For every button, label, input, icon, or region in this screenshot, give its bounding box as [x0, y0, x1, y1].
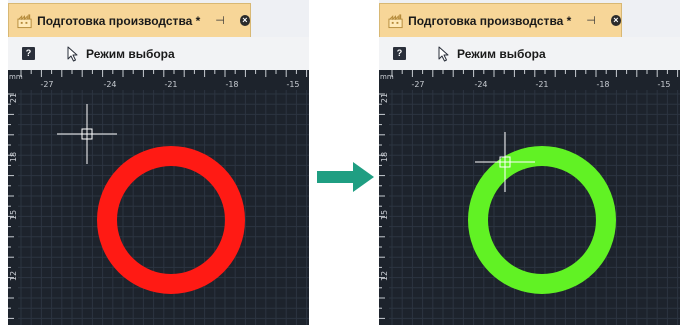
y-tick-label: 18 — [9, 152, 18, 162]
x-tick-label: -27 — [411, 80, 424, 89]
y-tick-label: 21 — [9, 93, 18, 103]
x-tick-label: -21 — [164, 80, 177, 89]
y-tick-label: 15 — [9, 210, 18, 220]
selection-mode-button[interactable]: Режим выбора — [66, 43, 175, 65]
x-tick-label: -18 — [596, 80, 609, 89]
y-tick-label: 12 — [380, 271, 389, 281]
editor-panel-before: Подготовка производства * ⊣ × ? Режим вы… — [8, 0, 309, 325]
selection-mode-label: Режим выбора — [457, 47, 546, 61]
selection-mode-button[interactable]: Режим выбора — [437, 43, 546, 65]
editor-panel-after: Подготовка производства * ⊣ × ? Режим вы… — [379, 0, 680, 325]
ruler-unit-label: mm — [380, 73, 394, 81]
drawing-canvas[interactable]: mm -27 -24 -21 -18 -15 21 18 15 12 — [379, 70, 680, 325]
selection-mode-label: Режим выбора — [86, 47, 175, 61]
cursor-arrow-icon — [67, 46, 78, 62]
close-icon[interactable]: × — [239, 15, 250, 26]
y-tick-label: 15 — [380, 210, 389, 220]
help-button[interactable]: ? — [393, 47, 406, 60]
tab-bar: Подготовка производства * ⊣ × — [379, 0, 680, 37]
x-tick-label: -18 — [225, 80, 238, 89]
ruler-unit-label: mm — [9, 73, 23, 81]
toolbar: ? Режим выбора — [8, 37, 309, 71]
x-tick-label: -24 — [474, 80, 487, 89]
help-button[interactable]: ? — [22, 47, 35, 60]
cursor-arrow-icon — [438, 46, 449, 62]
drawing-canvas[interactable]: mm -27 -24 -21 -18 -15 21 18 15 12 — [8, 70, 309, 325]
x-tick-label: -24 — [103, 80, 116, 89]
tab-title: Подготовка производства * — [37, 13, 201, 28]
y-tick-label: 12 — [9, 271, 18, 281]
y-tick-label: 21 — [380, 93, 389, 103]
factory-document-icon — [17, 13, 32, 28]
x-tick-label: -15 — [286, 80, 299, 89]
x-tick-label: -21 — [535, 80, 548, 89]
pin-icon[interactable]: ⊣ — [585, 14, 596, 27]
pin-icon[interactable]: ⊣ — [214, 14, 225, 27]
transition-arrow-icon — [317, 162, 374, 192]
y-tick-label: 18 — [380, 152, 389, 162]
tab-title: Подготовка производства * — [408, 13, 572, 28]
toolbar: ? Режим выбора — [379, 37, 680, 71]
close-icon[interactable]: × — [610, 15, 621, 26]
document-tab[interactable]: Подготовка производства * ⊣ × — [379, 3, 622, 37]
x-tick-label: -15 — [657, 80, 670, 89]
tab-bar: Подготовка производства * ⊣ × — [8, 0, 309, 37]
factory-document-icon — [388, 13, 403, 28]
x-tick-label: -27 — [40, 80, 53, 89]
document-tab[interactable]: Подготовка производства * ⊣ × — [8, 3, 251, 37]
